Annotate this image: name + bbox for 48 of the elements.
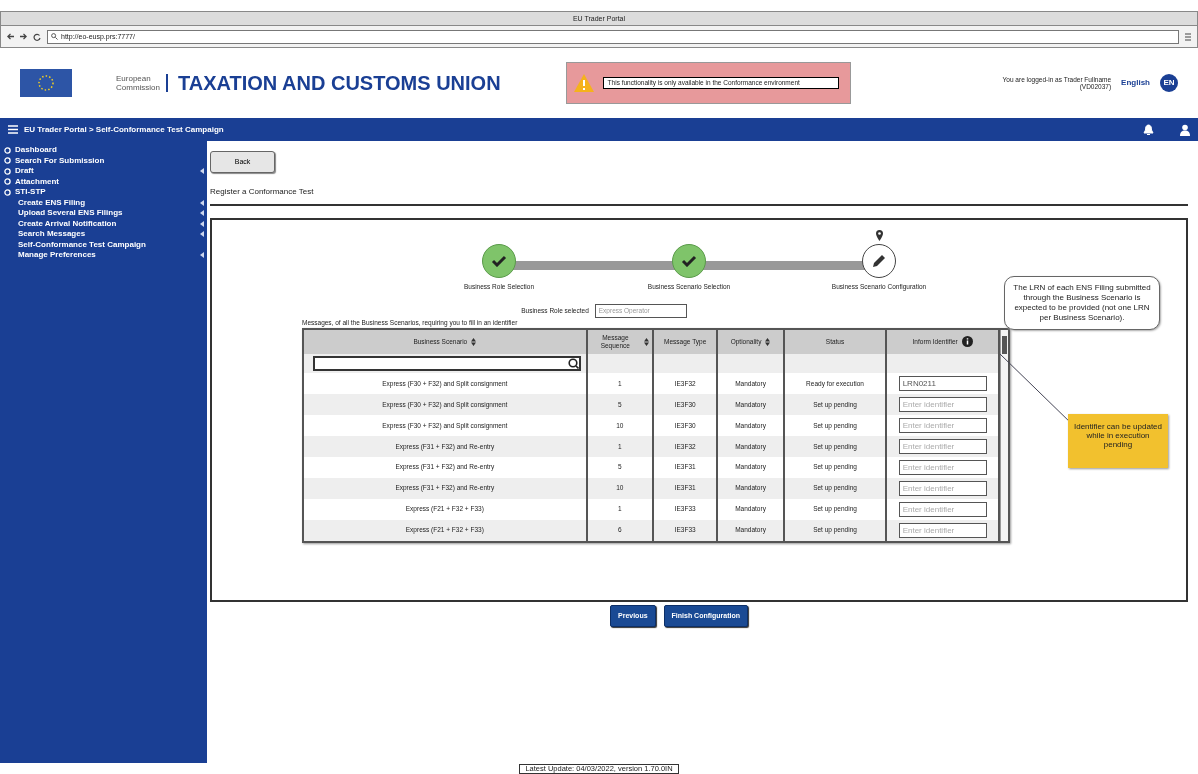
identifier-field[interactable]: Enter identifier [898,438,987,454]
back-arrow-icon[interactable] [7,33,14,40]
flag-logo [20,69,72,97]
sidebar-item[interactable]: Draft [4,166,207,177]
search-icon [51,33,58,40]
bell-icon[interactable] [1143,123,1154,136]
sidebar-item[interactable]: Upload Several ENS Filings [4,208,207,219]
info-icon[interactable] [961,336,973,347]
pencil-icon [871,253,887,269]
site-title: TAXATION AND CUSTOMS UNION [178,71,501,96]
identifier-field[interactable]: Enter identifier [898,501,987,517]
page-title: Register a Conformance Test [210,186,1188,206]
identifier-field[interactable]: Enter identifier [898,480,987,496]
search-icon[interactable] [568,357,579,369]
arrow-icon[interactable] [200,252,207,259]
identifier-field[interactable]: Enter identifier [898,397,987,413]
organisation-name: European Commission [82,74,168,92]
user-icon[interactable] [1180,123,1190,136]
sort-icon[interactable] [765,337,771,346]
check-icon [681,255,697,267]
language-link[interactable]: English [1121,77,1150,89]
identifier-field[interactable]: LRN0211 [898,376,987,392]
pin-icon [875,230,883,242]
sidebar-item[interactable]: Dashboard [4,145,207,156]
language-code[interactable]: EN [1160,74,1178,92]
sidebar-item[interactable]: Search Messages [4,229,207,240]
warning-icon [572,73,595,93]
sticky-note: Identifier can be updated while in execution pending [1068,413,1168,468]
breadcrumb: EU Trader Portal > Self-Conformance Test Campaign [24,123,224,136]
sidebar-item[interactable]: Manage Preferences [4,250,207,261]
sidebar-item[interactable]: STI-STP [4,187,207,198]
sidebar-item[interactable]: Create ENS Filing [4,197,207,208]
check-icon [491,255,507,267]
sidebar-item[interactable]: Create Arrival Notification [4,218,207,229]
reload-icon[interactable] [33,32,41,41]
forward-arrow-icon[interactable] [20,33,27,40]
sidebar-item[interactable]: Search For Submission [4,155,207,166]
identifier-field[interactable]: Enter identifier [898,418,987,433]
identifier-field[interactable]: Enter identifier [898,459,987,475]
search-field[interactable] [313,355,581,371]
callout-bubble: The LRN of each ENS Filing submitted through the Business Scenario is expected to be provided (not one LRN per Business Scenario). [1004,275,1160,330]
arrow-icon[interactable] [200,168,207,175]
scrollbar[interactable] [1000,329,1008,541]
sort-icon[interactable] [471,337,477,346]
sort-icon[interactable] [644,337,649,346]
sidebar-item[interactable]: Attachment [4,176,207,187]
identifier-field[interactable]: Enter identifier [898,522,987,538]
sidebar-item[interactable]: Self-Conformance Test Campaign [4,239,207,250]
